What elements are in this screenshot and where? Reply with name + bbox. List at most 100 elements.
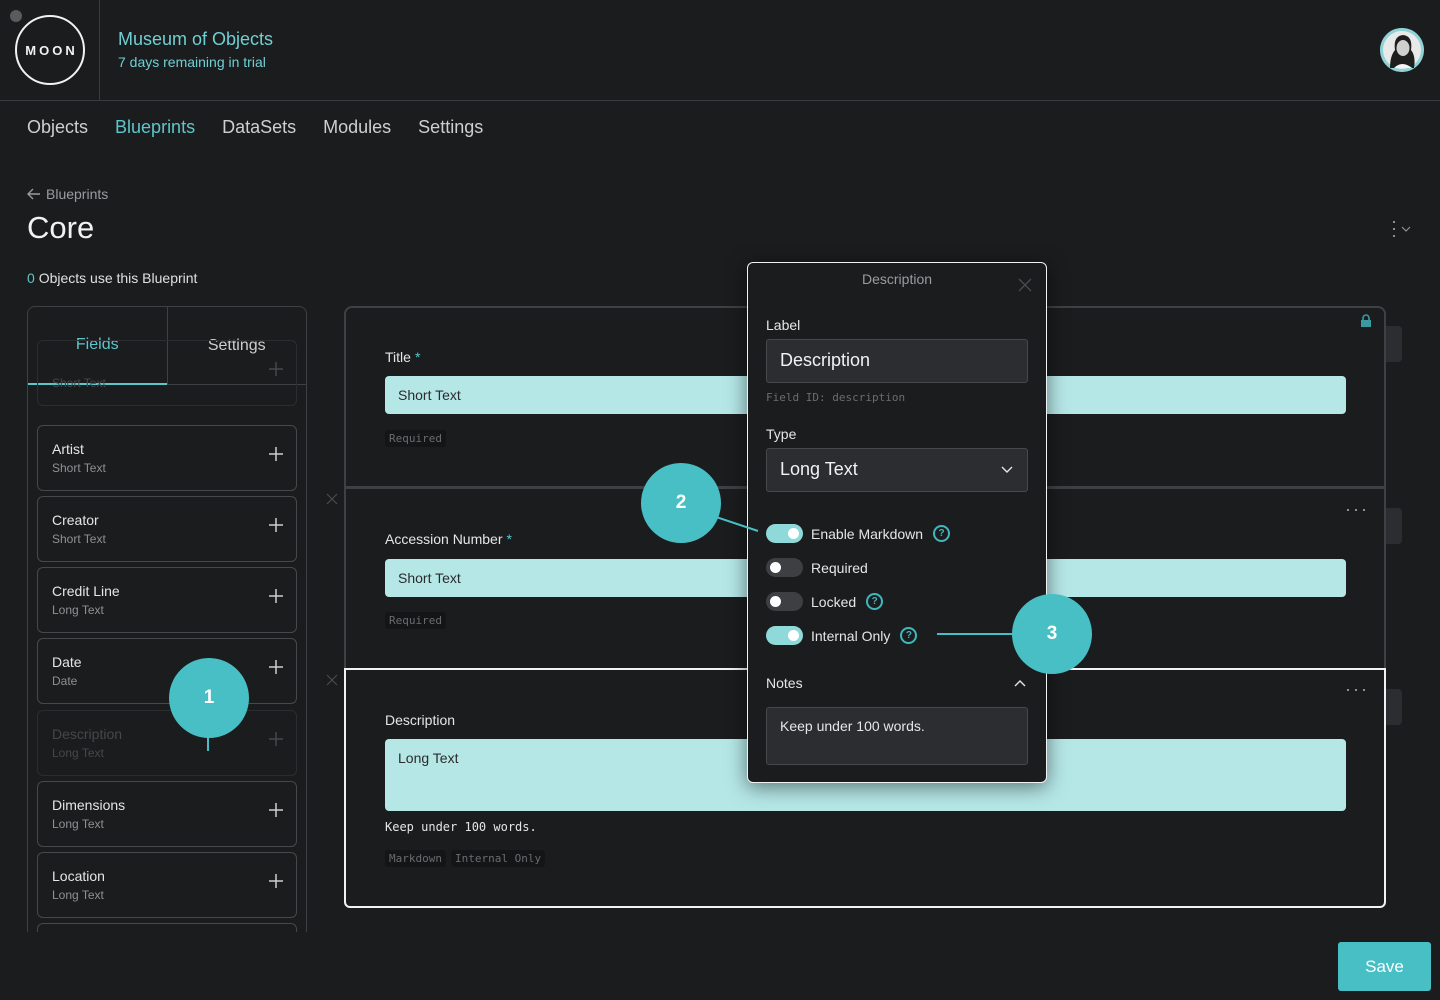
field-tags: Required (385, 612, 446, 629)
plus-icon[interactable] (268, 731, 284, 747)
field-type: Short Text (52, 461, 106, 475)
field-item[interactable]: Dimensions Long Text (37, 781, 297, 847)
chevron-down-icon (1001, 466, 1013, 473)
page-menu-button[interactable] (1388, 218, 1418, 242)
page-title: Core (27, 210, 95, 245)
field-type: Short Text (52, 376, 106, 390)
field-type: Long Text (52, 746, 104, 760)
toggle-label: Required (811, 559, 868, 576)
org-name[interactable]: Museum of Objects (118, 28, 273, 50)
toggle-label: Locked (811, 593, 857, 610)
field-item[interactable]: Date Date (37, 638, 297, 704)
field-name: Date (52, 654, 82, 670)
plus-icon[interactable] (268, 517, 284, 533)
chevron-up-icon[interactable] (1014, 679, 1026, 687)
plus-icon[interactable] (268, 659, 284, 675)
nav-objects[interactable]: Objects (27, 117, 88, 138)
tag-required: Required (385, 612, 446, 629)
toggle-label: Internal Only (811, 627, 891, 644)
field-label-text: Accession Number (385, 531, 503, 547)
label-input[interactable]: Description (766, 339, 1028, 383)
org-info: Museum of Objects 7 days remaining in tr… (118, 28, 273, 73)
drag-handle[interactable] (1386, 508, 1402, 544)
notes-caption: Notes (766, 675, 803, 691)
nav-blueprints[interactable]: Blueprints (115, 117, 195, 138)
avatar[interactable] (1380, 28, 1424, 72)
save-button[interactable]: Save (1338, 942, 1431, 991)
back-label: Blueprints (46, 186, 109, 202)
help-icon[interactable]: ? (933, 525, 951, 542)
back-link[interactable]: Blueprints (27, 186, 108, 202)
plus-icon[interactable] (268, 802, 284, 818)
field-label: Title * (385, 349, 420, 365)
toggle-label: Enable Markdown (811, 525, 924, 542)
more-horizontal-icon[interactable] (1346, 507, 1366, 513)
usage-count[interactable]: 0 (27, 270, 35, 286)
plus-icon[interactable] (268, 446, 284, 462)
field-type: Date (52, 674, 78, 688)
nav-modules[interactable]: Modules (323, 117, 391, 138)
tag-markdown: Markdown (385, 850, 446, 867)
plus-icon[interactable] (268, 361, 284, 377)
field-id: Field ID: description (766, 391, 906, 404)
field-item[interactable]: Creator Short Text (37, 496, 297, 562)
callout-2: 2 (641, 463, 721, 543)
notes-textarea[interactable]: Keep under 100 words. (766, 707, 1028, 765)
internal-only-toggle[interactable] (766, 626, 803, 645)
field-name: Dimensions (52, 797, 126, 813)
toggle-row-locked: Locked ? (766, 592, 884, 611)
field-type: Long Text (52, 817, 104, 831)
field-tags: Markdown Internal Only (385, 850, 546, 867)
locked-toggle[interactable] (766, 592, 803, 611)
field-name: Description (52, 726, 123, 742)
more-horizontal-icon[interactable] (1346, 687, 1366, 693)
nav-datasets[interactable]: DataSets (222, 117, 296, 138)
field-item[interactable]: Credit Line Long Text (37, 567, 297, 633)
modal-title: Description (861, 271, 933, 287)
callout-3: 3 (1012, 594, 1092, 674)
required-toggle[interactable] (766, 558, 803, 577)
usage-text: Objects use this Blueprint (38, 270, 198, 286)
callout-connector (937, 633, 1015, 635)
user-portrait-icon (1380, 28, 1424, 72)
field-item[interactable] (37, 923, 297, 932)
field-type: Short Text (52, 532, 106, 546)
plus-icon[interactable] (268, 588, 284, 604)
help-icon[interactable]: ? (866, 593, 884, 610)
field-label: Description (385, 712, 456, 728)
arrow-left-icon (27, 188, 40, 200)
remove-field-icon[interactable] (326, 674, 338, 686)
remove-field-icon[interactable] (326, 493, 338, 505)
toggle-row-internal: Internal Only ? (766, 626, 918, 645)
field-name: Creator (52, 512, 99, 528)
field-name: Artist (52, 441, 84, 457)
toggle-row-required: Required (766, 558, 868, 577)
callout-connector (716, 516, 759, 532)
field-name: Location (52, 868, 105, 884)
notes-header[interactable]: Notes (766, 675, 1028, 691)
field-label-text: Title (385, 349, 411, 365)
drag-handle[interactable] (1386, 689, 1402, 725)
plus-icon[interactable] (268, 873, 284, 889)
field-item[interactable]: Location Long Text (37, 852, 297, 918)
markdown-toggle[interactable] (766, 524, 803, 543)
help-icon[interactable]: ? (900, 627, 918, 644)
field-item[interactable]: Short Text (37, 340, 297, 406)
lock-icon[interactable] (1360, 314, 1372, 328)
type-select[interactable]: Long Text (766, 448, 1028, 492)
moon-logo[interactable]: MOON (15, 15, 85, 85)
close-icon[interactable] (1018, 278, 1032, 292)
more-vertical-icon (1393, 221, 1411, 237)
main-nav: Objects Blueprints DataSets Modules Sett… (27, 117, 483, 138)
nav-settings[interactable]: Settings (418, 117, 483, 138)
usage-summary: 0 Objects use this Blueprint (27, 270, 197, 286)
drag-handle[interactable] (1386, 326, 1402, 362)
field-item[interactable]: Artist Short Text (37, 425, 297, 491)
label-caption: Label (766, 317, 801, 333)
tag-internal-only: Internal Only (450, 850, 546, 867)
field-item[interactable]: Description Long Text (37, 710, 297, 776)
callout-1: 1 (169, 658, 249, 738)
toggle-row-markdown: Enable Markdown ? (766, 524, 951, 543)
app-header: MOON Museum of Objects 7 days remaining … (0, 0, 1440, 101)
trial-status[interactable]: 7 days remaining in trial (118, 51, 273, 73)
